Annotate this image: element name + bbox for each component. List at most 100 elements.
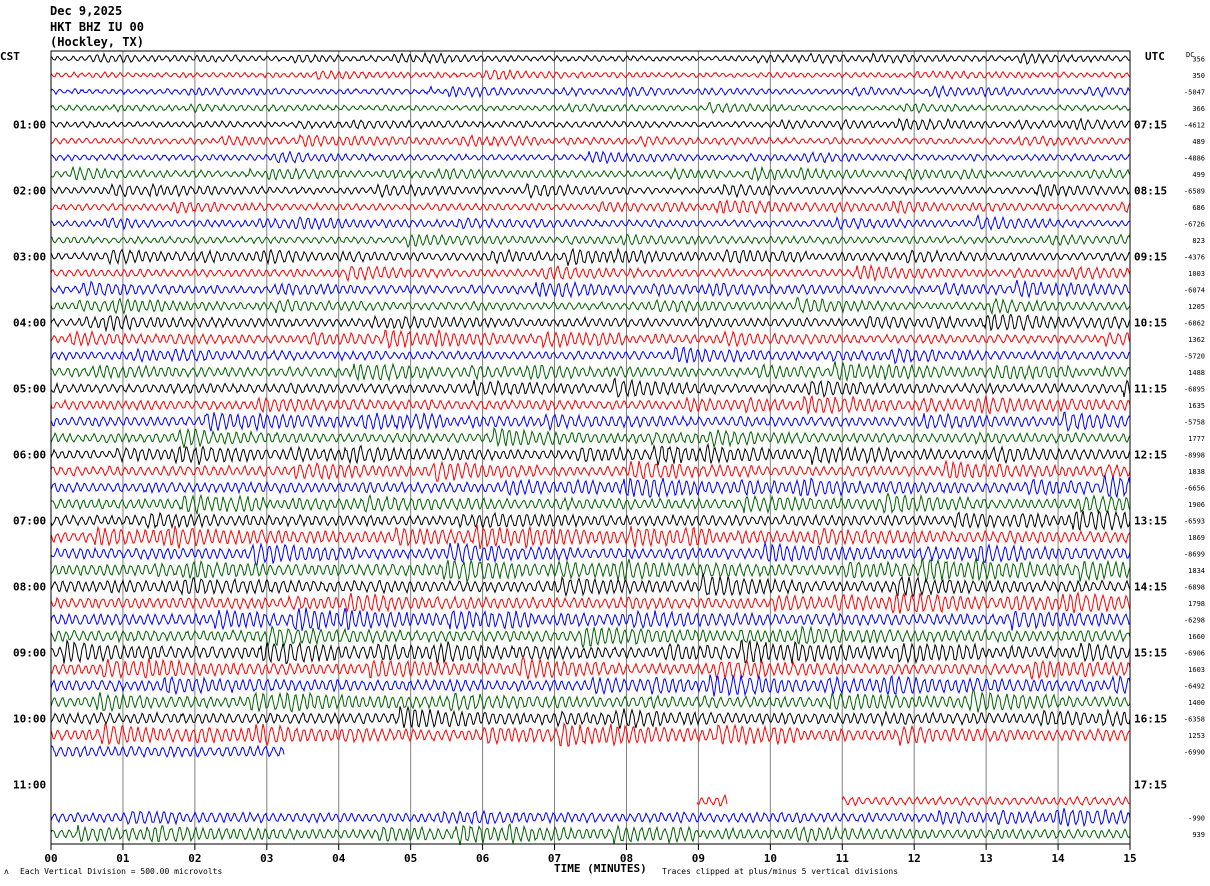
x-tick-label: 09 <box>692 852 705 865</box>
x-tick-label: 02 <box>188 852 201 865</box>
seismic-trace <box>50 442 1131 466</box>
seismic-trace <box>50 459 1131 482</box>
cst-hour-label: 10:00 <box>13 713 46 726</box>
dc-offset-label: 350 <box>1192 72 1205 80</box>
seismic-trace <box>50 394 1131 416</box>
seismic-trace <box>50 51 1131 65</box>
seismic-trace <box>50 426 1131 449</box>
utc-hour-label: 13:15 <box>1134 515 1167 528</box>
dc-offset-label: 1205 <box>1188 303 1205 311</box>
seismic-trace <box>50 213 1131 231</box>
seismic-trace <box>50 524 1131 550</box>
seismic-trace <box>50 722 1131 748</box>
dc-offset-label: -6298 <box>1184 617 1205 625</box>
dc-offset-label: -5720 <box>1184 353 1205 361</box>
seismic-trace <box>50 674 1131 697</box>
dc-offset-label: -6726 <box>1184 221 1205 229</box>
seismic-trace <box>50 263 1131 283</box>
x-tick-label: 06 <box>476 852 490 865</box>
seismic-trace <box>696 793 728 807</box>
seismic-trace <box>50 346 1131 365</box>
dc-offset-label: -6593 <box>1184 518 1205 526</box>
seismic-trace <box>50 313 1131 333</box>
seismic-trace <box>50 705 1131 729</box>
cst-hour-label: 01:00 <box>13 119 46 132</box>
dc-offset-label: -6906 <box>1184 650 1205 658</box>
plot-frame <box>50 50 1131 845</box>
seismic-trace <box>50 744 285 759</box>
cst-hour-label: 09:00 <box>13 647 46 660</box>
seismic-trace <box>50 510 1131 532</box>
x-axis-title: TIME (MINUTES) <box>554 862 647 875</box>
seismic-trace <box>50 808 1131 828</box>
dc-offset-label: 1003 <box>1188 270 1205 278</box>
minute-grid <box>50 51 1131 844</box>
right-timezone-label: UTC <box>1145 50 1165 63</box>
x-tick-label: 15 <box>1123 852 1136 865</box>
x-tick-label: 10 <box>764 852 777 865</box>
seismic-trace <box>50 557 1131 585</box>
seismic-trace <box>50 823 1131 846</box>
cst-hour-label: 08:00 <box>13 581 46 594</box>
dc-offset-label: 1906 <box>1188 501 1205 509</box>
seismic-trace <box>50 150 1131 165</box>
x-tick-label: 14 <box>1051 852 1065 865</box>
dc-offset-label: 1603 <box>1188 666 1205 674</box>
seismic-trace <box>50 297 1131 316</box>
x-tick-label: 03 <box>260 852 273 865</box>
seismic-trace <box>50 541 1131 566</box>
dc-offset-label: 1488 <box>1188 369 1205 377</box>
cst-hour-label: 04:00 <box>13 317 46 330</box>
seismic-trace <box>50 84 1131 99</box>
dc-offset-label: -6656 <box>1184 485 1205 493</box>
seismic-trace <box>50 625 1131 649</box>
clipping-note: Traces clipped at plus/minus 5 vertical … <box>662 867 899 876</box>
seismic-trace <box>50 474 1131 499</box>
seismic-trace <box>50 638 1131 665</box>
dc-offset-label: -8699 <box>1184 551 1205 559</box>
utc-hour-label: 17:15 <box>1134 779 1167 792</box>
dc-offset-label: 1838 <box>1188 468 1205 476</box>
dc-offset-label: 823 <box>1192 237 1205 245</box>
dc-offset-labels: 356350-5047366-4612489-4886499-6589686-6… <box>1184 56 1205 840</box>
dc-offset-label: 1798 <box>1188 600 1205 608</box>
dc-offset-label: -5047 <box>1184 89 1205 97</box>
utc-hour-label: 09:15 <box>1134 251 1167 264</box>
dc-offset-label: -5758 <box>1184 419 1205 427</box>
dc-offset-label: 1635 <box>1188 402 1205 410</box>
seismic-trace <box>50 591 1131 615</box>
dc-offset-label: 499 <box>1192 171 1205 179</box>
dc-offset-label: 939 <box>1192 831 1205 839</box>
x-tick-label: 12 <box>908 852 921 865</box>
seismic-trace <box>50 182 1131 200</box>
seismic-trace <box>50 492 1131 515</box>
dc-offset-label: -6895 <box>1184 386 1205 394</box>
dc-offset-label: -4376 <box>1184 254 1205 262</box>
utc-hour-label: 14:15 <box>1134 581 1167 594</box>
seismic-trace <box>50 117 1131 132</box>
utc-hour-label: 11:15 <box>1134 383 1167 396</box>
x-tick-label: 01 <box>116 852 130 865</box>
seismic-trace <box>50 377 1131 398</box>
dc-offset-label: 1362 <box>1188 336 1205 344</box>
dc-offset-label: 1869 <box>1188 534 1205 542</box>
utc-hour-label: 07:15 <box>1134 119 1167 132</box>
dc-offset-label: 1253 <box>1188 732 1205 740</box>
compass-icon: ʌ <box>4 867 9 876</box>
dc-offset-label: -4612 <box>1184 122 1205 130</box>
vertical-division-note: Each Vertical Division = 500.00 microvol… <box>20 867 223 876</box>
seismic-trace <box>50 328 1131 350</box>
x-tick-label: 05 <box>404 852 417 865</box>
cst-hour-label: 11:00 <box>13 779 46 792</box>
seismic-trace <box>50 101 1131 114</box>
dc-offset-label: -6358 <box>1184 716 1205 724</box>
dc-offset-label: 366 <box>1192 105 1205 113</box>
seismic-trace <box>50 198 1131 215</box>
utc-hour-label: 15:15 <box>1134 647 1167 660</box>
dc-offset-label: -6492 <box>1184 683 1205 691</box>
x-tick-label: 11 <box>836 852 850 865</box>
dc-offset-label: -6074 <box>1184 287 1205 295</box>
cst-hour-label: 05:00 <box>13 383 46 396</box>
cst-hour-label: 02:00 <box>13 185 46 198</box>
cst-hour-label: 03:00 <box>13 251 46 264</box>
